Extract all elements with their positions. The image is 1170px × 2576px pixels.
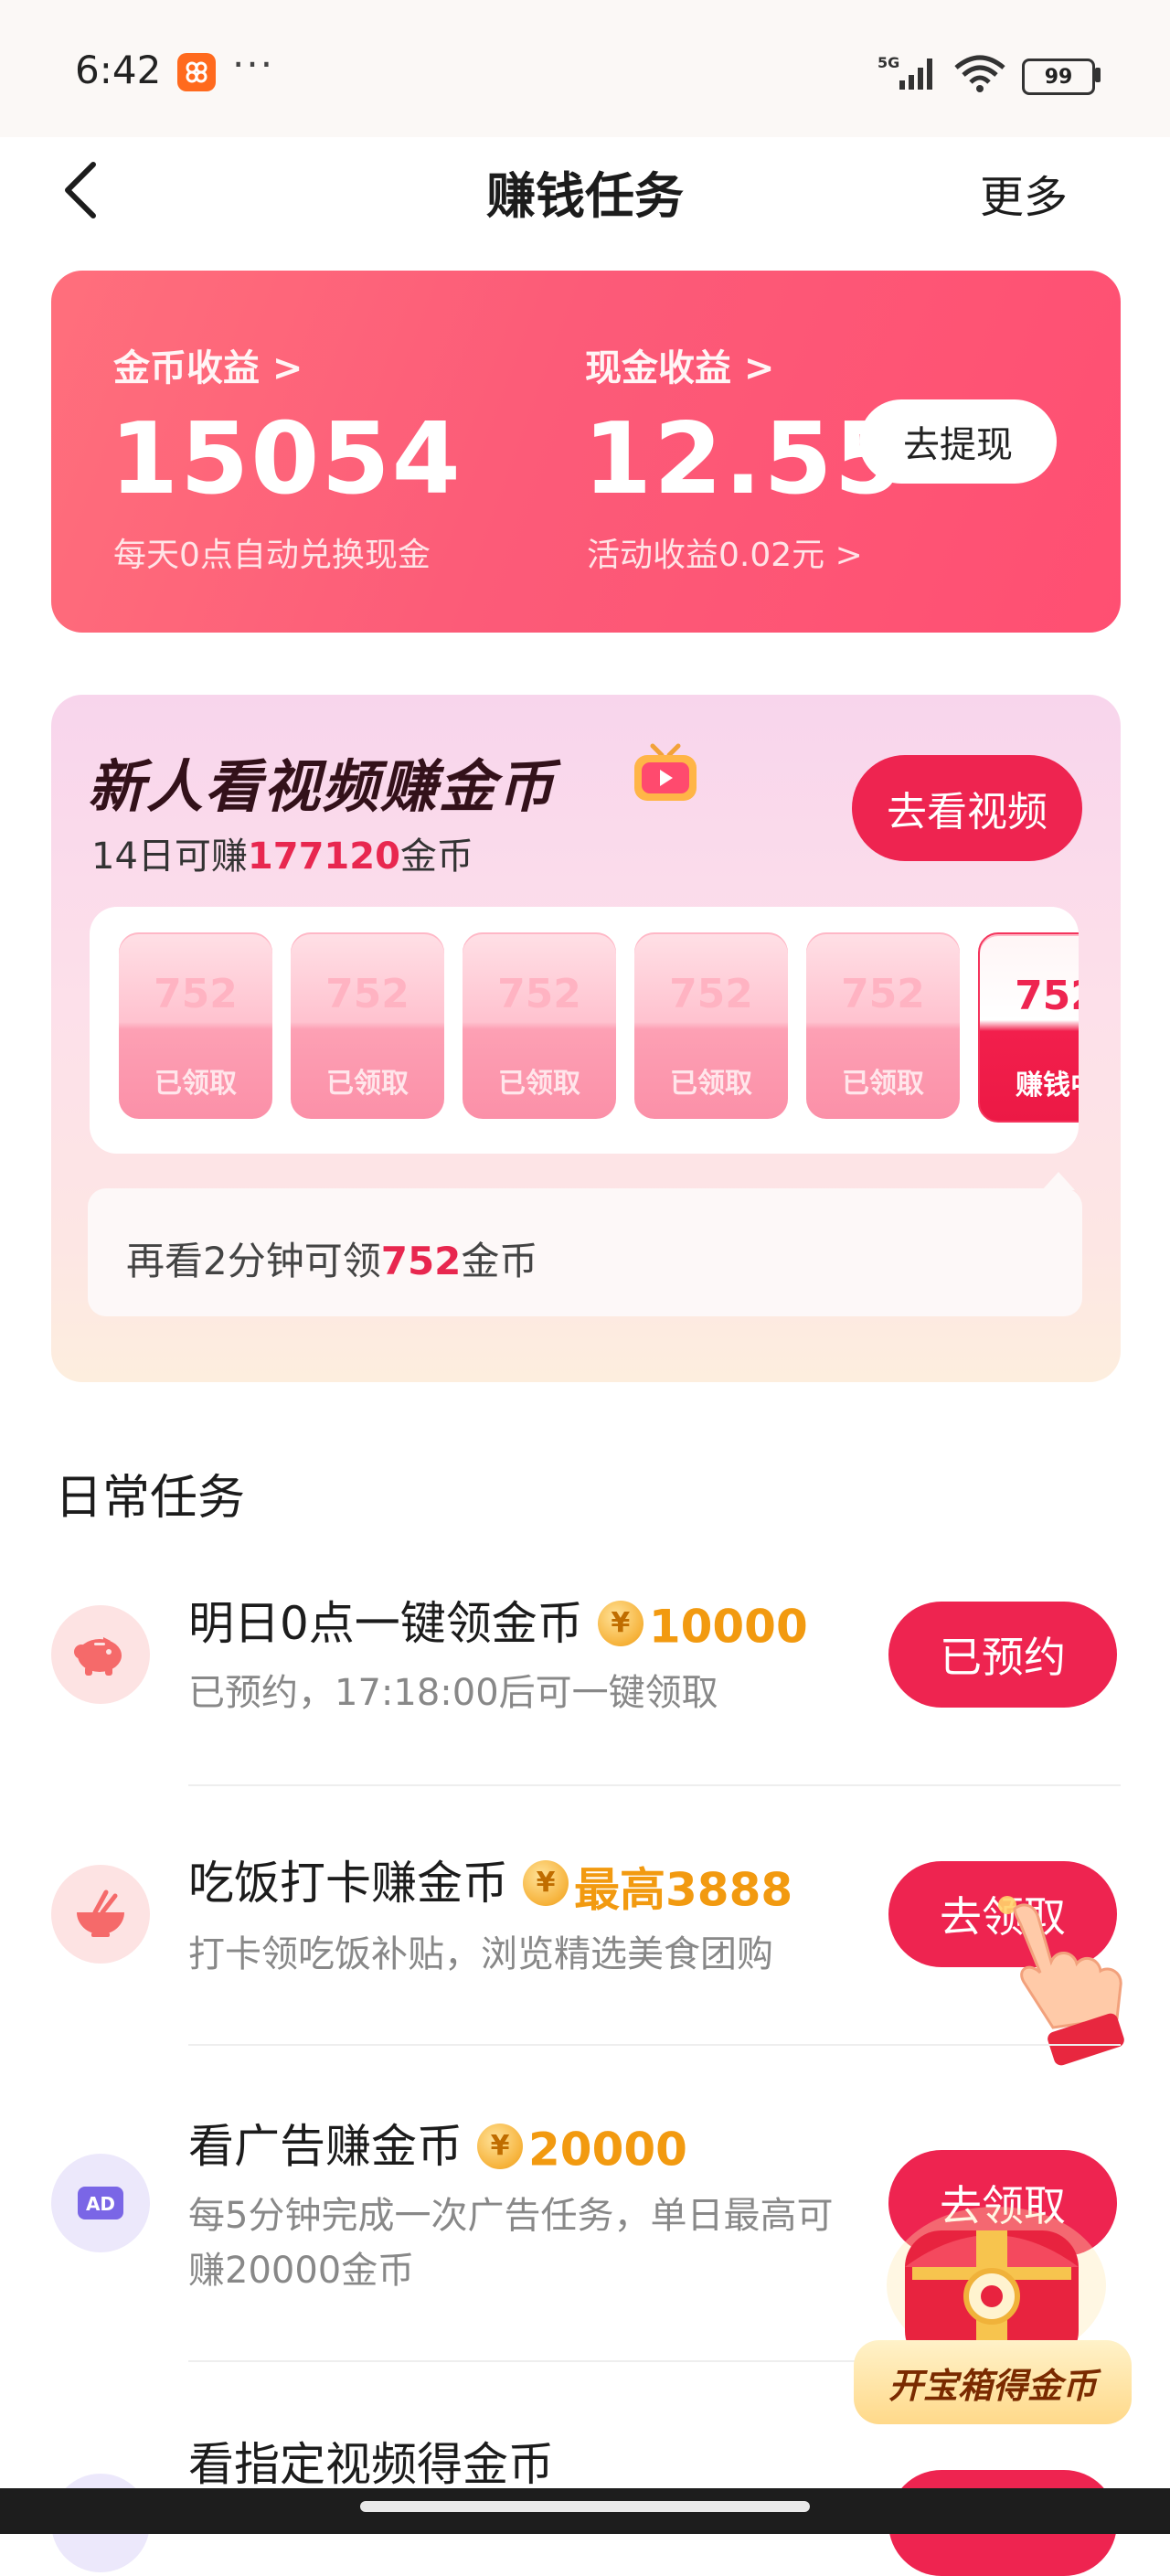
battery-icon: 99 — [1022, 59, 1095, 95]
rice-bowl-icon — [51, 1865, 150, 1964]
task-description: 每5分钟完成一次广告任务，单日最高可赚20000金币 — [188, 2195, 834, 2292]
tip-amount: 752 — [380, 1239, 462, 1283]
daily-tasks-title: 日常任务 — [55, 1471, 246, 1526]
tv-play-icon — [631, 742, 700, 804]
page-title: 赚钱任务 — [486, 167, 684, 225]
day-reward-amount: 752 — [841, 971, 925, 1017]
chevron-left-icon — [65, 162, 96, 218]
coin-earnings-link[interactable]: 金币收益 > — [113, 338, 303, 391]
day-reward-2: 752 已领取 — [291, 932, 444, 1119]
tip-pointer — [1042, 1172, 1075, 1190]
day-reward-status: 已领取 — [842, 1068, 924, 1100]
coin-icon: ¥ — [477, 2123, 523, 2169]
task-title-text: 看指定视频得金币 — [188, 2438, 554, 2491]
task-title: 看广告赚金币 ¥20000 — [188, 2110, 687, 2177]
tip-suffix: 金币 — [461, 1239, 538, 1283]
task-title-text: 吃饭打卡赚金币 — [188, 1857, 508, 1910]
day-reward-6-current: 752 赚钱中 — [978, 932, 1079, 1123]
coin-earnings-value: 15054 — [110, 402, 463, 516]
activity-earnings-link[interactable]: 活动收益0.02元 > — [587, 528, 863, 576]
app-notification-icon — [177, 53, 216, 91]
cellular-signal-icon: 5G — [876, 53, 940, 97]
more-notifications-icon: ··· — [232, 42, 275, 87]
day-reward-1: 752 已领取 — [119, 932, 272, 1119]
piggy-bank-icon — [51, 1605, 150, 1704]
day-reward-status: 已领取 — [670, 1068, 752, 1100]
coin-icon: ¥ — [597, 1600, 644, 1646]
cash-earnings-value: 12.55 — [583, 402, 905, 516]
battery-tip — [1095, 68, 1101, 82]
wifi-icon — [952, 53, 1007, 97]
task-title: 看指定视频得金币 — [188, 2428, 554, 2494]
more-button[interactable]: 更多 — [980, 161, 1068, 225]
battery-level: 99 — [1044, 65, 1073, 89]
task-reward: 最高3888 — [574, 1863, 793, 1917]
day-reward-status: 已领取 — [498, 1068, 580, 1100]
task-description: 打卡领吃饭补贴，浏览精选美食团购 — [188, 1933, 773, 1975]
day-reward-status: 赚钱中 — [1016, 1070, 1079, 1102]
coin-earnings-note: 每天0点自动兑换现金 — [113, 537, 431, 574]
day-reward-status: 已领取 — [154, 1068, 237, 1100]
task-title-text: 看广告赚金币 — [188, 2120, 463, 2173]
reserved-button[interactable]: 已预约 — [888, 1602, 1117, 1708]
task-reward: 10000 — [648, 1600, 808, 1654]
newbie-card-subtitle: 14日可赚177120金币 — [91, 826, 473, 879]
task-description: 已预约，17:18:00后可一键领取 — [188, 1672, 718, 1714]
home-indicator[interactable] — [360, 2501, 810, 2512]
day-reward-4: 752 已领取 — [634, 932, 788, 1119]
network-type: 5G — [878, 54, 899, 71]
task-title: 吃饭打卡赚金币 ¥ 最高3888 — [188, 1847, 792, 1920]
day-reward-amount: 752 — [669, 971, 753, 1017]
divider — [188, 2044, 1121, 2046]
cash-earnings-link[interactable]: 现金收益 > — [585, 338, 774, 391]
ad-icon: AD — [51, 2154, 150, 2252]
divider — [188, 1784, 1121, 1786]
task-title: 明日0点一键领金币 ¥10000 — [188, 1587, 808, 1654]
day-reward-amount: 752 — [497, 971, 581, 1017]
day-reward-amount: 752 — [154, 971, 238, 1017]
watch-tip-text: 再看2分钟可领752金币 — [126, 1230, 537, 1286]
status-time: 6:42 — [75, 48, 162, 92]
newbie-card-title: 新人看视频赚金币 — [88, 753, 557, 820]
newbie-sub-suffix: 金币 — [399, 836, 473, 878]
coin-icon: ¥ — [523, 1859, 569, 1906]
day-reward-status: 已领取 — [326, 1068, 409, 1100]
day-reward-amount: 752 — [1015, 973, 1079, 1019]
day-reward-amount: 752 — [325, 971, 410, 1017]
treasure-chest-label[interactable]: 开宝箱得金币 — [854, 2340, 1132, 2424]
task-title-text: 明日0点一键领金币 — [188, 1597, 583, 1650]
tip-prefix: 再看2分钟可领 — [126, 1239, 381, 1283]
task-reward: 20000 — [528, 2123, 687, 2177]
day-rewards-strip[interactable]: 752 已领取 752 已领取 752 已领取 752 已领取 752 已领取 752 赚钱… — [90, 907, 1079, 1154]
watch-video-button[interactable]: 去看视频 — [852, 755, 1082, 861]
day-reward-3: 752 已领取 — [463, 932, 616, 1119]
day-reward-5: 752 已领取 — [806, 932, 960, 1119]
svg-text:AD: AD — [86, 2193, 115, 2215]
newbie-sub-amount: 177120 — [247, 836, 400, 878]
pointing-hand-icon — [996, 1890, 1143, 2077]
newbie-sub-prefix: 14日可赚 — [91, 836, 248, 878]
back-button[interactable] — [55, 154, 110, 227]
withdraw-button[interactable]: 去提现 — [859, 399, 1057, 484]
